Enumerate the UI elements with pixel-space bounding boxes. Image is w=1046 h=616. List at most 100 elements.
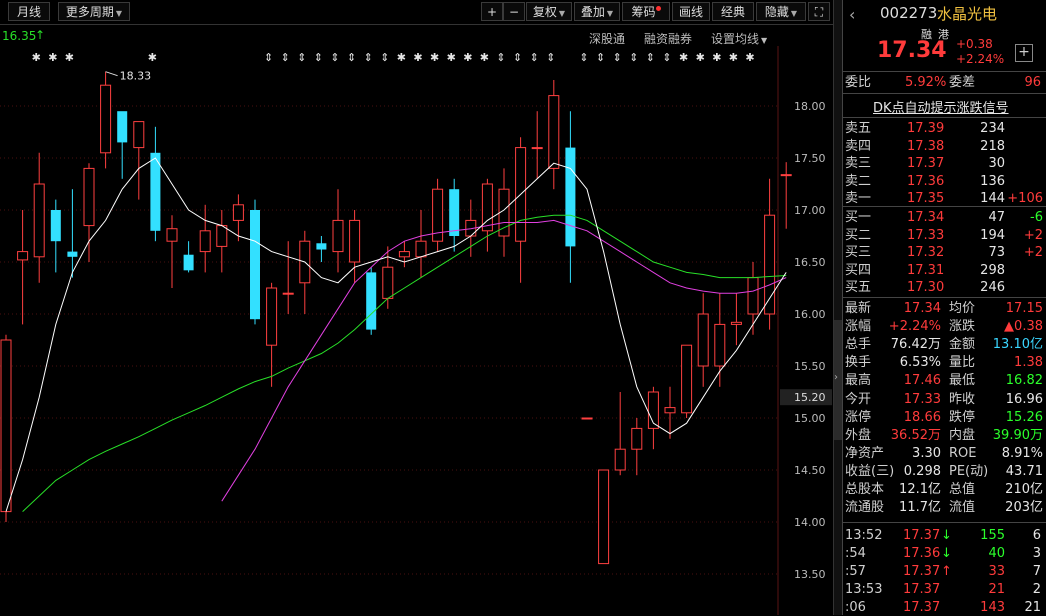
signal-marker: ✱ [148,51,157,64]
tick-count: 7 [1032,564,1041,579]
toolbar-button-label: 叠加 [580,5,605,19]
stat-label: 内盘 [949,427,976,443]
stat-row: 涨幅 +2.24% 涨跌 ▲0.38 [843,318,1046,335]
divider [843,297,1046,298]
tick-row: :57 17.37 ↑ 33 7 [843,563,1046,580]
bid-volume: 47 [988,210,1005,225]
stat-label: 换手 [845,355,872,371]
tick-volume: 143 [980,600,1005,615]
stat-value: 210亿 [1005,482,1043,497]
toolbar-button-10[interactable]: ⛶ [808,2,830,21]
ask-row: 卖二 17.36 136 [843,173,1046,190]
toolbar-button-8[interactable]: 经典 [712,2,754,21]
candle-body [250,210,260,320]
stat-value: 8.91% [1001,445,1043,461]
ask-level-label: 卖一 [845,191,872,206]
candle-body [17,251,29,261]
toolbar-button-6[interactable]: 筹码 [622,2,670,21]
candle-body [232,204,244,221]
signal-marker: ✱ [729,51,738,64]
stat-label: 总值 [949,482,976,497]
signal-marker: ⇕ [496,51,505,64]
signal-marker: ⇕ [513,51,522,64]
weicha-value: 96 [1024,75,1041,90]
stat-label: 收益(三) [845,463,895,479]
collapse-arrow-icon[interactable]: › [834,372,838,383]
tick-arrow-icon: ↑ [941,564,952,579]
toolbar-button-7[interactable]: 画线 [672,2,710,21]
toolbar-button-2[interactable]: + [481,2,503,21]
toolbar-button-0[interactable]: 月线 [8,2,50,21]
ask-price: 17.36 [907,173,945,189]
stat-row: 今开 17.33 昨收 16.96 [843,391,1046,408]
tick-time: 13:53 [845,582,883,597]
candle-body [664,407,676,414]
link-shengutong[interactable]: 深股通 [589,30,625,47]
stat-row: 净资产 3.30 ROE 8.91% [843,445,1046,462]
high-annotation-label: 18.33 [120,70,152,83]
stat-label: 总手 [845,337,872,353]
ask-price: 17.39 [907,121,945,136]
stat-label: 最低 [949,373,976,389]
stock-name: 水晶光电 [937,5,998,23]
dk-signal-link[interactable]: DK点自动提示涨跌信号 [873,97,1009,116]
toolbar-button-label: 复权 [532,5,557,19]
toolbar-button-3[interactable]: − [503,2,525,21]
divider [843,93,1046,94]
add-watchlist-button[interactable]: + [1015,44,1033,62]
toolbar-button-4[interactable]: 复权 ▼ [526,2,572,21]
bid-volume: 298 [980,262,1005,278]
tick-price: 17.36 [903,546,941,561]
quote-panel: ‹ 002273 水晶光电 融 港 17.34 +0.38 +2.24% + 委… [842,0,1046,615]
y-tick-label: 16.00 [794,308,826,321]
bid-level-label: 买三 [845,245,872,260]
bid-volume: 246 [980,280,1005,295]
tick-time: :06 [845,600,866,615]
candle-body [316,243,327,250]
candle-body [631,427,643,450]
candle-body [216,225,228,247]
toolbar-button-5[interactable]: 叠加 ▼ [574,2,620,21]
stat-label: 最高 [845,373,872,389]
stat-row: 换手 6.53% 量比 1.38 [843,354,1046,371]
ask-volume: 136 [980,173,1005,189]
link-margin-trading[interactable]: 融资融券 [644,30,692,47]
candle-body [183,254,194,271]
set-ma-label: 设置均线 [711,32,760,46]
tick-count: 2 [1032,582,1041,597]
tick-time: :57 [845,564,866,579]
candle-body [598,469,610,565]
candle-body [67,251,78,257]
tick-price: 17.37 [903,582,941,597]
stat-row: 总手 76.42万 金额 13.10亿 [843,336,1046,353]
toolbar-button-label: ⛶ [814,5,824,19]
y-tick-label: 18.00 [794,100,826,113]
bid-price: 17.31 [907,262,945,278]
ask-price: 17.38 [907,138,945,154]
tick-count: 6 [1032,528,1041,543]
bid-row: 买一 17.34 47 -6 [843,209,1046,226]
signal-marker: ✱ [679,51,688,64]
bid-price: 17.33 [907,227,945,243]
stat-value: 12.1亿 [899,482,941,497]
candle-body [565,147,576,247]
chart-toolbar: 月线 更多周期 ▼ + − 复权 ▼ 叠加 ▼ 筹码 画线 经典 隐藏 ▼ ⛶ [0,0,833,25]
tick-volume: 40 [988,546,1005,561]
toolbar-button-1[interactable]: 更多周期 ▼ [58,2,130,21]
y-tick-label: 14.50 [794,464,826,477]
ask-level-label: 卖四 [845,138,872,154]
current-price-label: 15.20 [794,391,826,404]
ask-row: 卖一 17.35 144 +106 [843,190,1046,207]
signal-marker: ⇕ [613,51,622,64]
ask-volume: 218 [980,138,1005,154]
stat-label: 跌停 [949,409,976,425]
toolbar-button-9[interactable]: 隐藏 ▼ [756,2,806,21]
candlestick-chart[interactable]: 13.50 14.00 14.50 15.00 15.50 16.00 16.50 17.00… [0,46,833,615]
set-ma-dropdown[interactable]: 设置均线 ▼ [711,30,767,47]
stat-value: 17.46 [903,373,941,389]
stat-label: ROE [949,445,977,461]
vertical-scrollbar[interactable]: › [833,0,842,615]
back-chevron-icon[interactable]: ‹ [849,5,855,24]
candle-body [366,272,377,330]
bid-volume: 73 [988,245,1005,260]
